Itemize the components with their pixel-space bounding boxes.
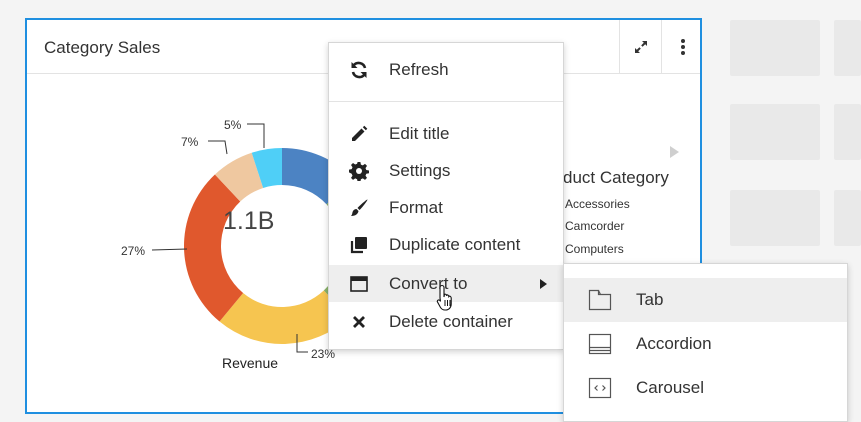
leader-line-7pct [208, 140, 228, 155]
submenu-arrow-icon [540, 279, 547, 289]
menu-item-label: Format [389, 197, 443, 217]
menu-item-label: Delete container [389, 311, 513, 331]
background-tile [730, 190, 820, 246]
background-tile [730, 104, 820, 160]
menu-item-label: Duplicate content [389, 234, 521, 254]
submenu-item-label: Accordion [636, 334, 712, 353]
accordion-icon [564, 333, 636, 355]
pencil-icon [329, 124, 389, 144]
data-label-7pct: 7% [181, 135, 199, 149]
brush-icon [329, 198, 389, 218]
background-tile [834, 190, 861, 246]
donut-center-value: 1.1B [223, 207, 275, 235]
duplicate-icon [329, 235, 389, 255]
leader-line-27pct [151, 248, 188, 251]
submenu-item-tab[interactable]: Tab [564, 278, 847, 322]
background-tile [834, 20, 861, 76]
data-label-5pct: 5% [224, 118, 242, 132]
hand-cursor-icon [436, 284, 452, 311]
donut-chart [90, 86, 380, 353]
menu-item-label: Edit title [389, 123, 450, 143]
menu-item-refresh[interactable]: Refresh [329, 51, 563, 88]
menu-item-settings[interactable]: Settings [329, 152, 563, 189]
menu-item-label: Settings [389, 160, 451, 180]
menu-item-label: Refresh [389, 59, 449, 79]
background-tile [834, 104, 861, 160]
close-icon [329, 314, 389, 330]
legend-item[interactable]: Camcorder [565, 219, 624, 233]
expand-icon [634, 41, 647, 53]
donut-slice-3[interactable] [184, 174, 244, 322]
legend-item[interactable]: Computers [565, 242, 624, 256]
widget-title: Category Sales [44, 38, 161, 57]
more-vertical-icon [680, 39, 685, 55]
legend-item[interactable]: Accessories [565, 197, 630, 211]
data-label-27pct: 27% [121, 244, 146, 258]
menu-item-duplicate-content[interactable]: Duplicate content [329, 226, 563, 263]
submenu-item-label: Carousel [636, 378, 705, 397]
chart-caption: Revenue [222, 355, 279, 371]
background-tile [730, 20, 820, 76]
submenu-item-accordion[interactable]: Accordion [564, 322, 847, 366]
submenu-item-carousel[interactable]: Carousel [564, 366, 847, 410]
expand-button[interactable] [619, 20, 661, 74]
legend-next-arrow-icon[interactable] [670, 146, 679, 158]
submenu-item-label: Tab [636, 290, 664, 309]
more-options-button[interactable] [661, 20, 703, 74]
leader-line-5pct [247, 123, 265, 148]
window-icon [329, 274, 389, 294]
refresh-icon [329, 60, 389, 80]
donut-chart-svg [151, 123, 380, 353]
menu-item-edit-title[interactable]: Edit title [329, 115, 563, 152]
legend-title: duct Category [563, 168, 669, 187]
menu-divider [329, 101, 563, 102]
menu-item-format[interactable]: Format [329, 189, 563, 226]
tab-icon [564, 289, 636, 311]
gear-icon [329, 161, 389, 181]
carousel-icon [564, 377, 636, 399]
convert-to-submenu: Tab Accordion Carousel [563, 263, 848, 422]
